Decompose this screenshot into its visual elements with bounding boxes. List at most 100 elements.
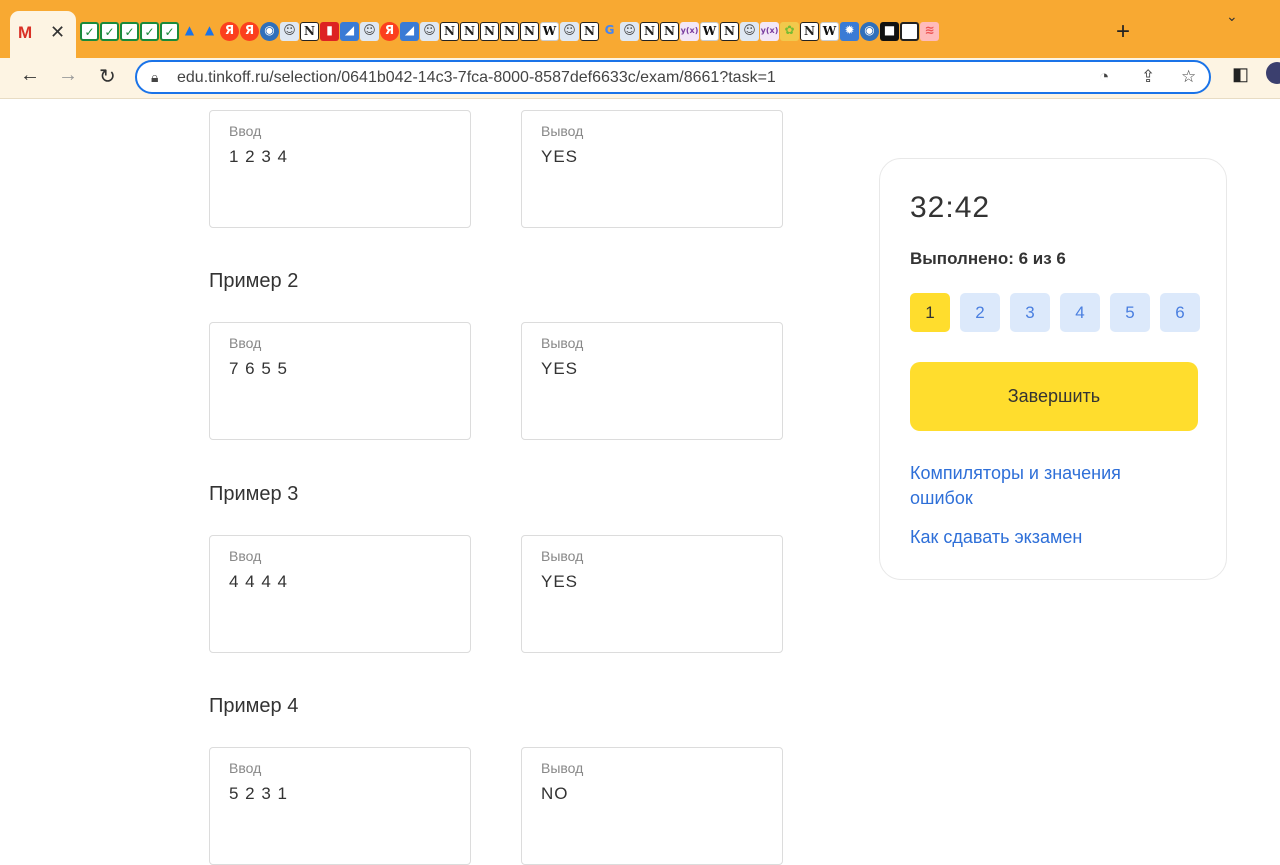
globe-icon[interactable]: ◉ <box>260 22 279 41</box>
finish-button[interactable]: Завершить <box>910 362 1198 431</box>
example-title: Пример 4 <box>209 695 299 717</box>
notion-icon[interactable]: N <box>800 22 819 41</box>
formula-icon[interactable]: y(x) <box>680 22 699 41</box>
yandex-icon[interactable]: Я <box>220 22 239 41</box>
notion-icon[interactable]: N <box>580 22 599 41</box>
output-value: YES <box>541 147 579 166</box>
input-value: 4 4 4 4 <box>229 572 288 591</box>
notion-icon[interactable]: N <box>460 22 479 41</box>
check-icon[interactable]: ✓ <box>120 22 139 41</box>
browser-toolbar: ← → ↻ 🔒︎ edu.tinkoff.ru/selection/0641b0… <box>0 58 1280 99</box>
formula-icon[interactable]: y(x) <box>760 22 779 41</box>
person-icon[interactable]: ☺ <box>360 22 379 41</box>
google-icon[interactable]: G <box>600 22 619 41</box>
bookmark-icon[interactable]: ▮ <box>320 22 339 41</box>
input-label: Ввод <box>229 760 262 776</box>
output-label: Вывод <box>541 335 584 351</box>
example-title: Пример 3 <box>209 483 299 505</box>
check-icon[interactable]: ✓ <box>140 22 159 41</box>
task-button-5[interactable]: 5 <box>1110 293 1150 332</box>
progress-text: Выполнено: 6 из 6 <box>910 249 1066 268</box>
check-icon[interactable]: ✓ <box>100 22 119 41</box>
person-icon[interactable]: ☺ <box>280 22 299 41</box>
notion-icon[interactable]: N <box>300 22 319 41</box>
performance-icon[interactable]: ◔ <box>1099 67 1109 87</box>
check-icon[interactable]: ✓ <box>160 22 179 41</box>
input-box: Ввод 4 4 4 4 <box>209 535 471 653</box>
input-value: 1 2 3 4 <box>229 147 288 166</box>
task-button-2[interactable]: 2 <box>960 293 1000 332</box>
input-label: Ввод <box>229 548 262 564</box>
image-icon[interactable]: ◢ <box>400 22 419 41</box>
input-box: Ввод 5 2 3 1 <box>209 747 471 865</box>
task-nav: 1 2 3 4 5 6 <box>910 293 1200 332</box>
person-icon[interactable]: ☺ <box>560 22 579 41</box>
task-button-1[interactable]: 1 <box>910 293 950 332</box>
share-icon[interactable]: ⇪ <box>1141 67 1155 87</box>
side-panel-icon[interactable]: ◧ <box>1232 64 1249 85</box>
output-box: Вывод YES <box>521 322 783 440</box>
input-value: 7 6 5 5 <box>229 359 288 378</box>
yandex-icon[interactable]: Я <box>240 22 259 41</box>
input-label: Ввод <box>229 123 262 139</box>
wikipedia-icon[interactable]: W <box>700 22 719 41</box>
image-icon[interactable]: ◢ <box>340 22 359 41</box>
exam-panel: 32:42 Выполнено: 6 из 6 1 2 3 4 5 6 Заве… <box>879 158 1227 580</box>
output-label: Вывод <box>541 548 584 564</box>
pinned-tabs: ✓ ✓ ✓ ✓ ✓ ▲ ▲ Я Я ◉ ☺ N ▮ ◢ ☺ Я ◢ ☺ N N N N N W ☺ N G ☺ N Ny(x) W N ☺ y(x… <box>80 22 939 42</box>
how-to-exam-link[interactable]: Как сдавать экзамен <box>910 525 1082 550</box>
output-value: NO <box>541 784 569 803</box>
lock-icon[interactable]: 🔒︎ <box>151 69 158 86</box>
task-button-4[interactable]: 4 <box>1060 293 1100 332</box>
wikipedia-icon[interactable]: W <box>540 22 559 41</box>
close-tab-icon[interactable]: ✕ <box>50 22 65 43</box>
square-icon[interactable]: ■ <box>880 22 899 41</box>
task-button-3[interactable]: 3 <box>1010 293 1050 332</box>
notion-icon[interactable]: N <box>640 22 659 41</box>
notion-icon[interactable]: N <box>480 22 499 41</box>
person-icon[interactable]: ☺ <box>740 22 759 41</box>
drive-icon[interactable]: ▲ <box>200 22 219 41</box>
output-box: Вывод YES <box>521 535 783 653</box>
notion-icon[interactable]: N <box>520 22 539 41</box>
back-icon[interactable]: ← <box>20 64 40 87</box>
person-icon[interactable]: ☺ <box>420 22 439 41</box>
new-tab-button[interactable]: + <box>1116 18 1130 46</box>
reload-icon[interactable]: ↻ <box>99 64 116 89</box>
input-value: 5 2 3 1 <box>229 784 288 803</box>
compilers-link[interactable]: Компиляторы и значения ошибок <box>910 461 1170 511</box>
yandex-icon[interactable]: Я <box>380 22 399 41</box>
notion-icon[interactable]: N <box>720 22 739 41</box>
people-icon[interactable]: ✿ <box>780 22 799 41</box>
tab-active[interactable]: M ✕ <box>10 11 76 58</box>
address-bar[interactable]: 🔒︎ edu.tinkoff.ru/selection/0641b042-14c… <box>135 60 1211 94</box>
tab-strip: M ✕ ✓ ✓ ✓ ✓ ✓ ▲ ▲ Я Я ◉ ☺ N ▮ ◢ ☺ Я ◢ ☺ N N N N N W ☺ N G ☺ N Ny(x) W N… <box>0 0 1280 58</box>
gmail-icon: M <box>18 23 33 42</box>
check-icon[interactable]: ✓ <box>80 22 99 41</box>
tab-search-icon[interactable]: ⌄ <box>1226 8 1238 25</box>
notion-icon[interactable]: N <box>500 22 519 41</box>
example-title: Пример 2 <box>209 270 299 292</box>
stack-icon[interactable]: ≋ <box>920 22 939 41</box>
output-box: Вывод NO <box>521 747 783 865</box>
notion-icon[interactable]: N <box>660 22 679 41</box>
wikipedia-icon[interactable]: W <box>820 22 839 41</box>
notion-icon[interactable]: N <box>440 22 459 41</box>
task-button-6[interactable]: 6 <box>1160 293 1200 332</box>
square-outline-icon[interactable] <box>900 22 919 41</box>
output-label: Вывод <box>541 123 584 139</box>
puzzle-icon[interactable]: ✹ <box>840 22 859 41</box>
output-label: Вывод <box>541 760 584 776</box>
drive-icon[interactable]: ▲ <box>180 22 199 41</box>
input-label: Ввод <box>229 335 262 351</box>
output-value: YES <box>541 572 579 591</box>
forward-icon[interactable]: → <box>58 64 78 87</box>
person-icon[interactable]: ☺ <box>620 22 639 41</box>
url-text[interactable]: edu.tinkoff.ru/selection/0641b042-14c3-7… <box>177 69 776 87</box>
star-icon[interactable]: ☆ <box>1181 67 1196 87</box>
output-value: YES <box>541 359 579 378</box>
output-box: Вывод YES <box>521 110 783 228</box>
globe-icon[interactable]: ◉ <box>860 22 879 41</box>
input-box: Ввод 7 6 5 5 <box>209 322 471 440</box>
timer: 32:42 <box>910 191 991 224</box>
